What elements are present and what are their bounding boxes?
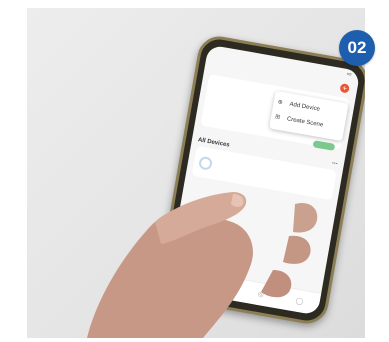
smartphone: ▭ + ⊕ Add Device ⊞ Create Scene All Devi… bbox=[155, 33, 365, 327]
scene-icon: ◎ bbox=[257, 290, 265, 299]
menu-item-label: Add Device bbox=[289, 101, 321, 113]
product-photo: ▭ + ⊕ Add Device ⊞ Create Scene All Devi… bbox=[27, 8, 365, 338]
tab-smart[interactable]: ▢ bbox=[219, 283, 227, 292]
device-icon bbox=[198, 155, 214, 171]
card-text bbox=[213, 83, 264, 92]
home-icon: ⌂ bbox=[182, 277, 189, 285]
profile-icon: ◯ bbox=[294, 297, 304, 306]
menu-item-label: Create Scene bbox=[286, 115, 324, 129]
add-button[interactable]: + bbox=[339, 82, 350, 94]
tab-home[interactable]: ⌂ bbox=[183, 277, 188, 285]
status-time bbox=[214, 48, 216, 58]
tab-profile[interactable]: ◯ bbox=[295, 297, 304, 306]
add-icon: ⊕ bbox=[277, 99, 284, 107]
step-badge: 02 bbox=[339, 30, 375, 66]
tab-scene[interactable]: ◎ bbox=[257, 290, 264, 299]
scan-icon: ⊞ bbox=[274, 114, 281, 121]
more-icon[interactable]: ··· bbox=[331, 161, 338, 168]
battery-icon: ▭ bbox=[346, 71, 353, 78]
smart-icon: ▢ bbox=[218, 284, 227, 293]
